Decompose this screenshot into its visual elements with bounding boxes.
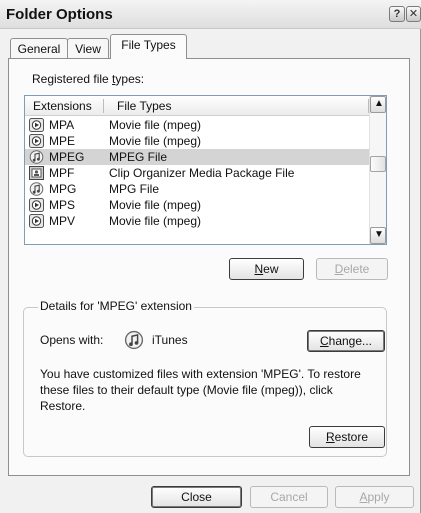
list-item-extension: MPS: [49, 198, 76, 212]
itunes-icon: [29, 182, 44, 196]
opens-with-app: iTunes: [152, 333, 188, 347]
apply-button[interactable]: Apply: [335, 486, 414, 508]
tab-view[interactable]: View: [67, 38, 109, 59]
details-description: You have customized files with extension…: [40, 367, 361, 413]
list-item-file-type: Clip Organizer Media Package File: [109, 166, 295, 180]
registered-file-types-label: Registered file types:: [32, 72, 145, 86]
media-player-icon: [29, 118, 44, 132]
scroll-thumb[interactable]: [370, 156, 386, 172]
media-player-icon: [29, 198, 44, 212]
media-player-icon: [29, 214, 44, 228]
arrow-up-icon: ▲: [374, 98, 384, 109]
list-item[interactable]: MPE Movie file (mpeg): [25, 133, 370, 149]
list-item-extension: MPV: [49, 214, 76, 228]
vertical-scrollbar[interactable]: ▲ ▼: [369, 96, 386, 244]
list-item-file-type: MPG File: [109, 182, 160, 196]
list-item[interactable]: MPA Movie file (mpeg): [25, 117, 370, 133]
details-group-title: Details for 'MPEG' extension: [38, 299, 194, 313]
close-button[interactable]: Close: [151, 486, 242, 508]
column-header-extensions[interactable]: Extensions: [33, 99, 92, 113]
list-item[interactable]: MPV Movie file (mpeg): [25, 213, 370, 229]
delete-button[interactable]: Delete: [316, 258, 388, 280]
list-item-extension: MPE: [49, 134, 76, 148]
list-item-file-type: Movie file (mpeg): [109, 134, 202, 148]
column-header-file-types[interactable]: File Types: [117, 99, 171, 113]
list-item-selected[interactable]: MPEG MPEG File: [25, 149, 370, 165]
list-item[interactable]: MPS Movie file (mpeg): [25, 197, 370, 213]
restore-button[interactable]: Restore: [309, 426, 385, 448]
list-item-file-type: Movie file (mpeg): [109, 118, 202, 132]
list-item-extension: MPEG: [49, 150, 85, 164]
tab-general[interactable]: General: [10, 38, 68, 59]
itunes-icon: [29, 150, 44, 164]
list-item[interactable]: MPG MPG File: [25, 181, 370, 197]
itunes-icon: [124, 330, 144, 350]
list-item-file-type: Movie file (mpeg): [109, 198, 202, 212]
help-button[interactable]: ?: [389, 6, 405, 22]
arrow-down-icon: ▼: [374, 229, 384, 240]
list-item-file-type: Movie file (mpeg): [109, 214, 202, 228]
cancel-button[interactable]: Cancel: [250, 486, 328, 508]
close-window-button[interactable]: ✕: [406, 6, 421, 22]
opens-with-label: Opens with:: [40, 333, 104, 347]
list-item-file-type: MPEG File: [109, 150, 168, 164]
file-types-list[interactable]: Extensions File Types MPA Movie file (mp…: [24, 95, 387, 245]
list-header: Extensions File Types: [25, 96, 370, 116]
media-player-icon: [29, 134, 44, 148]
window-title: Folder Options: [6, 6, 113, 23]
change-button[interactable]: Change...: [307, 330, 385, 352]
title-bar[interactable]: Folder Options ? ✕: [0, 0, 421, 29]
new-button[interactable]: New: [229, 258, 304, 280]
tab-file-types[interactable]: File Types: [110, 34, 187, 59]
list-item-extension: MPG: [49, 182, 77, 196]
scroll-down-button[interactable]: ▼: [370, 227, 386, 244]
scroll-up-button[interactable]: ▲: [370, 96, 386, 113]
list-item-extension: MPF: [49, 166, 75, 180]
column-separator[interactable]: [103, 99, 104, 113]
folder-options-window: Folder Options ? ✕ General View File Typ…: [0, 0, 421, 513]
clip-organizer-icon: [29, 166, 44, 180]
list-item-extension: MPA: [49, 118, 75, 132]
list-item[interactable]: MPF Clip Organizer Media Package File: [25, 165, 370, 181]
